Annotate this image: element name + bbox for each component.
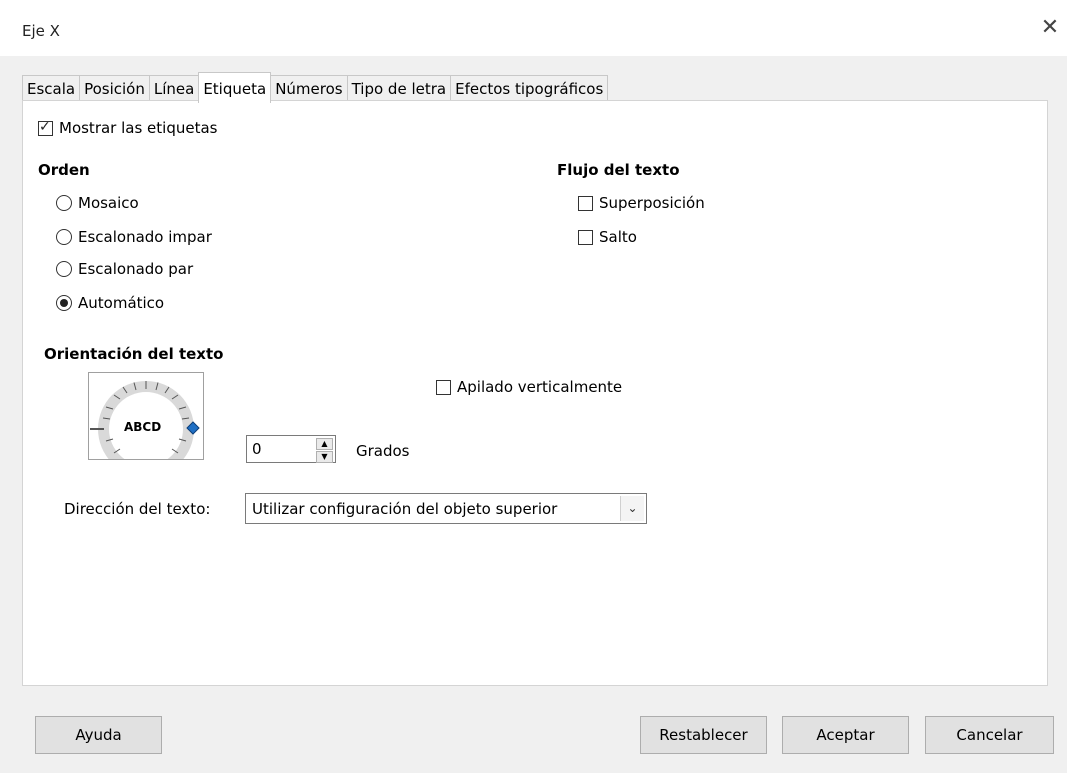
dial-graphic: [90, 381, 200, 459]
overlap-checkbox[interactable]: Superposición: [578, 194, 705, 212]
cancel-button[interactable]: Cancelar: [925, 716, 1054, 754]
radio-circle[interactable]: [56, 195, 72, 211]
radio-label: Escalonado impar: [78, 228, 212, 246]
radio-escalonado-impar[interactable]: Escalonado impar: [56, 228, 212, 246]
tab-tipo-de-letra[interactable]: Tipo de letra: [346, 75, 452, 102]
title-bar: [0, 0, 1067, 56]
radio-label: Automático: [78, 294, 165, 312]
dial-sample-text: ABCD: [124, 420, 162, 434]
radio-circle[interactable]: [56, 229, 72, 245]
tab-escala[interactable]: Escala: [22, 75, 81, 102]
tab-efectos-tipograficos[interactable]: Efectos tipográficos: [450, 75, 609, 102]
tab-numeros[interactable]: Números: [270, 75, 348, 102]
reset-button[interactable]: Restablecer: [640, 716, 767, 754]
tab-posicion[interactable]: Posición: [79, 75, 150, 102]
degrees-spinbox[interactable]: 0 ▲ ▼: [246, 435, 336, 463]
checkbox-box[interactable]: [578, 195, 593, 211]
radio-label: Mosaico: [78, 194, 139, 212]
tab-bar: Escala Posición Línea Etiqueta Números T…: [22, 72, 609, 103]
checkbox-box[interactable]: [436, 379, 451, 395]
text-flow-heading: Flujo del texto: [557, 161, 680, 179]
tab-linea[interactable]: Línea: [148, 75, 200, 102]
radio-selected-dot: [60, 299, 68, 307]
window-title: Eje X: [22, 22, 60, 40]
break-label: Salto: [599, 228, 637, 246]
checkbox-box[interactable]: ✓: [38, 118, 53, 136]
order-heading: Orden: [38, 161, 90, 179]
orientation-heading: Orientación del texto: [44, 345, 224, 363]
spin-up-icon[interactable]: ▲: [316, 438, 333, 450]
text-direction-select[interactable]: Utilizar configuración del objeto superi…: [245, 493, 647, 524]
tab-etiqueta[interactable]: Etiqueta: [198, 72, 272, 103]
show-labels-checkbox[interactable]: ✓ Mostrar las etiquetas: [38, 119, 217, 137]
radio-circle[interactable]: [56, 261, 72, 277]
text-direction-label: Dirección del texto:: [64, 500, 211, 518]
radio-mosaico[interactable]: Mosaico: [56, 194, 139, 212]
text-direction-value: Utilizar configuración del objeto superi…: [252, 500, 558, 518]
degrees-label: Grados: [356, 442, 410, 460]
chevron-down-icon[interactable]: ⌄: [620, 496, 644, 521]
orientation-dial[interactable]: ABCD: [88, 372, 204, 460]
radio-automatico[interactable]: Automático: [56, 294, 164, 312]
stacked-checkbox[interactable]: Apilado verticalmente: [436, 378, 622, 396]
overlap-label: Superposición: [599, 194, 705, 212]
radio-circle[interactable]: [56, 295, 72, 311]
radio-escalonado-par[interactable]: Escalonado par: [56, 260, 193, 278]
ok-button[interactable]: Aceptar: [782, 716, 909, 754]
radio-label: Escalonado par: [78, 260, 194, 278]
degrees-value[interactable]: 0: [252, 440, 262, 458]
close-icon[interactable]: ✕: [1040, 17, 1060, 39]
checkbox-box[interactable]: [578, 229, 593, 245]
check-icon: ✓: [39, 118, 51, 135]
stacked-label: Apilado verticalmente: [457, 378, 623, 396]
spin-down-icon[interactable]: ▼: [316, 451, 333, 463]
help-button[interactable]: Ayuda: [35, 716, 162, 754]
show-labels-label: Mostrar las etiquetas: [59, 119, 218, 137]
break-checkbox[interactable]: Salto: [578, 228, 637, 246]
